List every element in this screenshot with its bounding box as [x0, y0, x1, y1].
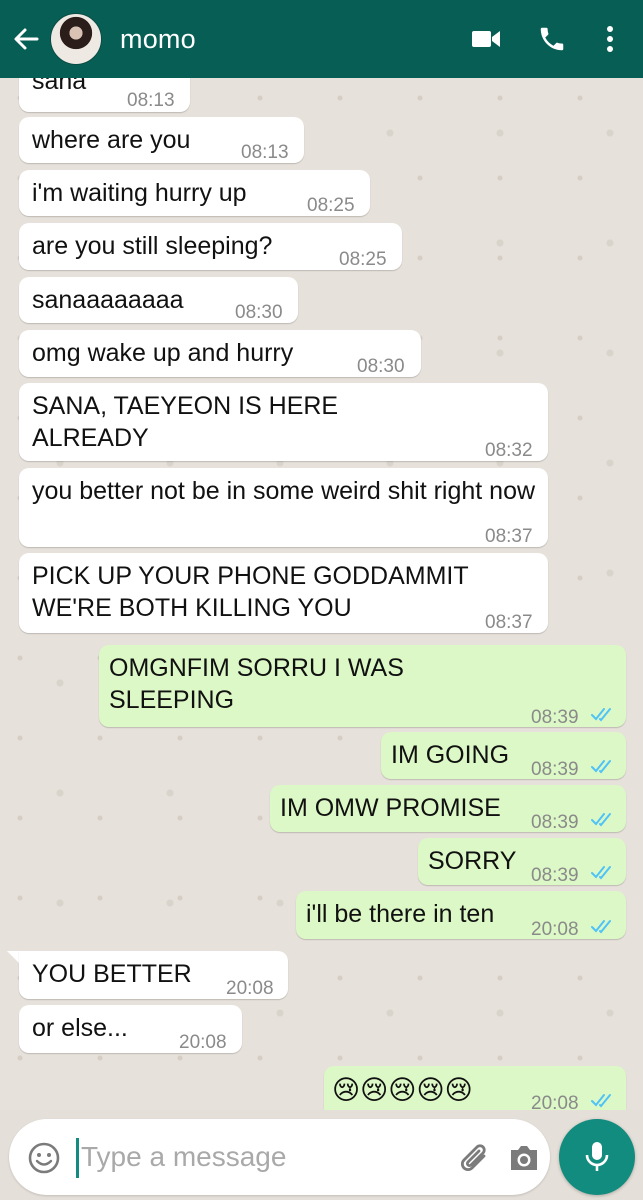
read-receipt-icon [591, 1094, 611, 1108]
message-time: 20:08 [531, 1093, 579, 1110]
message-time: 08:32 [485, 440, 533, 461]
message-incoming[interactable]: or else... 20:08 [19, 1005, 242, 1053]
message-text: sana [32, 78, 87, 95]
message-outgoing[interactable]: 😢😢😢😢😢 20:08 [324, 1066, 626, 1110]
message-time: 08:37 [485, 612, 533, 633]
message-time: 08:39 [531, 759, 579, 780]
message-outgoing[interactable]: SORRY 08:39 [418, 838, 626, 886]
message-incoming[interactable]: you better not be in some weird shit rig… [19, 468, 548, 547]
message-input[interactable] [81, 1133, 431, 1181]
chat-area[interactable]: sana 08:13 where are you 08:13 i'm waiti… [0, 78, 643, 1110]
message-incoming[interactable]: are you still sleeping? 08:25 [19, 223, 402, 270]
message-text: SANA, TAEYEON IS HERE ALREADY [32, 392, 339, 452]
message-time: 20:08 [179, 1032, 227, 1053]
contact-name[interactable]: momo [120, 24, 453, 55]
message-text: are you still sleeping? [32, 232, 273, 260]
message-text: or else... [32, 1014, 128, 1042]
voice-message-button[interactable] [559, 1119, 635, 1195]
message-incoming[interactable]: YOU BETTER 20:08 [19, 951, 288, 999]
message-time: 08:37 [485, 526, 533, 547]
back-button[interactable] [6, 0, 46, 78]
read-receipt-icon [591, 866, 611, 880]
message-time: 08:30 [357, 356, 405, 377]
message-composer [9, 1119, 550, 1195]
back-arrow-icon [14, 28, 39, 50]
message-text: OMGNFIM SORRU I WAS SLEEPING [109, 654, 404, 714]
message-time: 08:39 [531, 865, 579, 886]
message-text: IM GOING [391, 741, 510, 769]
video-call-icon [472, 31, 500, 47]
more-options-button[interactable] [585, 0, 635, 78]
message-outgoing[interactable]: IM OMW PROMISE 08:39 [270, 785, 626, 833]
message-time: 08:30 [235, 302, 283, 323]
message-time: 08:13 [127, 90, 175, 111]
message-incoming[interactable]: omg wake up and hurry 08:30 [19, 330, 421, 377]
message-outgoing[interactable]: IM GOING 08:39 [381, 732, 626, 780]
message-text: 😢😢😢😢😢 [332, 1075, 473, 1105]
read-receipt-icon [591, 708, 611, 722]
message-text: IM OMW PROMISE [280, 794, 501, 822]
read-receipt-icon [591, 920, 611, 934]
message-time: 08:25 [339, 249, 387, 270]
camera-icon[interactable] [507, 1141, 541, 1175]
chat-header: momo [0, 0, 643, 78]
read-receipt-icon [591, 760, 611, 774]
message-incoming[interactable]: where are you 08:13 [19, 117, 304, 163]
message-incoming[interactable]: i'm waiting hurry up 08:25 [19, 170, 370, 216]
message-time: 08:39 [531, 812, 579, 833]
phone-icon [540, 27, 564, 51]
message-outgoing[interactable]: i'll be there in ten 20:08 [296, 891, 626, 940]
paperclip-icon[interactable] [457, 1139, 493, 1179]
message-time: 08:39 [531, 707, 579, 728]
message-text: i'll be there in ten [306, 900, 495, 928]
message-time: 08:13 [241, 142, 289, 163]
message-outgoing[interactable]: OMGNFIM SORRU I WAS SLEEPING 08:39 [99, 645, 626, 728]
message-time: 20:08 [226, 978, 274, 999]
message-incoming[interactable]: PICK UP YOUR PHONE GODDAMMIT WE'RE BOTH … [19, 553, 548, 633]
emoji-icon[interactable] [27, 1141, 61, 1175]
message-text: where are you [32, 126, 191, 154]
message-time: 20:08 [531, 919, 579, 940]
message-time: 08:25 [307, 195, 355, 216]
more-options-icon [607, 26, 613, 52]
message-text: PICK UP YOUR PHONE GODDAMMIT WE'RE BOTH … [32, 562, 469, 622]
message-incoming[interactable]: SANA, TAEYEON IS HERE ALREADY 08:32 [19, 383, 548, 461]
message-text: i'm waiting hurry up [32, 179, 247, 207]
message-text: YOU BETTER [32, 960, 192, 988]
text-cursor [76, 1138, 79, 1178]
message-incoming[interactable]: sanaaaaaaaa 08:30 [19, 277, 298, 323]
message-text: sanaaaaaaaa [32, 286, 184, 314]
read-receipt-icon [591, 813, 611, 827]
voice-call-button[interactable] [519, 0, 585, 78]
video-call-button[interactable] [453, 0, 519, 78]
microphone-icon [585, 1142, 609, 1171]
contact-avatar[interactable] [50, 13, 102, 65]
message-incoming[interactable]: sana 08:13 [19, 78, 190, 112]
message-text: omg wake up and hurry [32, 339, 294, 367]
message-text: SORRY [428, 847, 517, 875]
message-text: you better not be in some weird shit rig… [32, 477, 536, 505]
